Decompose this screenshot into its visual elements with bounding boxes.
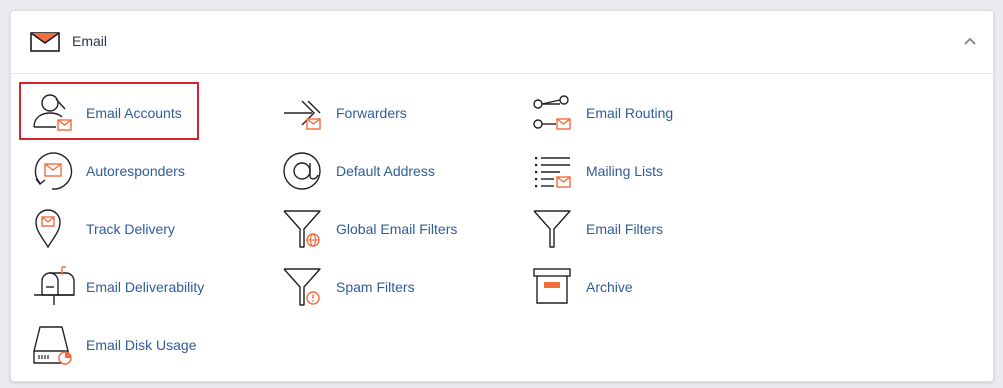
email-accounts-label: Email Accounts	[86, 105, 182, 121]
email-disk-usage-label: Email Disk Usage	[86, 337, 197, 353]
mailbox-icon	[32, 265, 76, 309]
autoresponders-icon	[32, 149, 76, 193]
archive-box-icon	[532, 265, 576, 309]
filter-icon	[532, 207, 576, 251]
filter-alert-icon	[282, 265, 326, 309]
email-accounts-icon	[32, 91, 76, 135]
email-filters-label: Email Filters	[586, 221, 664, 237]
email-routing-label: Email Routing	[586, 105, 674, 121]
map-pin-icon	[32, 207, 76, 251]
forwarders-label: Forwarders	[336, 105, 407, 121]
autoresponders-label: Autoresponders	[86, 163, 185, 179]
disk-usage-icon	[32, 323, 76, 367]
forwarders-icon	[282, 91, 326, 135]
email-section-panel: Email	[10, 10, 994, 382]
at-sign-icon	[282, 149, 326, 193]
email-section-header[interactable]: Email	[11, 11, 993, 74]
section-title: Email	[72, 33, 108, 49]
archive-label: Archive	[586, 279, 633, 295]
spam-filters-label: Spam Filters	[336, 279, 415, 295]
mailing-lists-icon	[532, 149, 576, 193]
track-delivery-label: Track Delivery	[86, 221, 175, 237]
chevron-up-icon[interactable]	[963, 35, 977, 47]
global-email-filters-label: Global Email Filters	[336, 221, 458, 237]
default-address-label: Default Address	[336, 163, 435, 179]
mailing-lists-label: Mailing Lists	[586, 163, 664, 179]
envelope-icon	[30, 32, 60, 52]
email-routing-icon	[532, 91, 576, 135]
filter-globe-icon	[282, 207, 326, 251]
email-deliverability-label: Email Deliverability	[86, 279, 205, 295]
